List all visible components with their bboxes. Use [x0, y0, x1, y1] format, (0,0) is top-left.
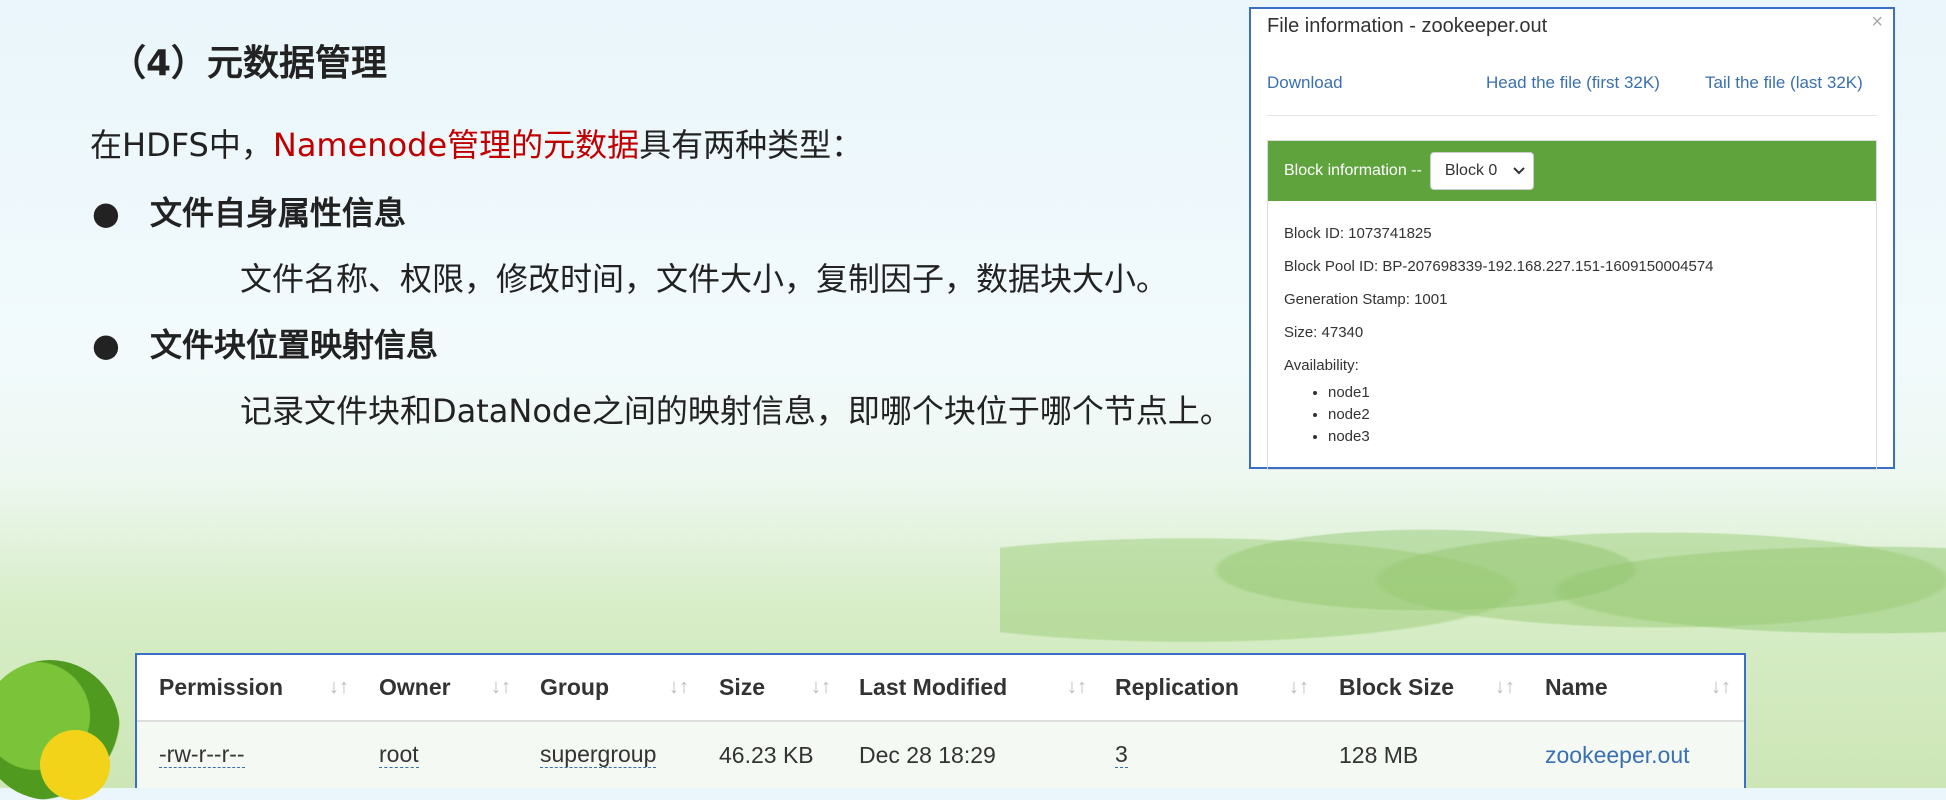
bullet-detail: 记录文件块和DataNode之间的映射信息，即哪个块位于哪个节点上。: [240, 392, 1232, 430]
sort-icon[interactable]: ↓↑: [1289, 655, 1309, 720]
download-link[interactable]: Download: [1267, 73, 1343, 93]
cell-size: 46.23 KB: [719, 741, 814, 768]
replication-value[interactable]: 3: [1115, 741, 1128, 769]
intro-line: 在HDFS中，Namenode管理的元数据具有两种类型：: [90, 120, 863, 166]
close-icon[interactable]: ×: [1871, 11, 1883, 34]
column-header-group[interactable]: Group: [540, 655, 609, 720]
sort-icon[interactable]: ↓↑: [491, 655, 511, 720]
dialog-title: File information - zookeeper.out: [1267, 15, 1548, 37]
file-table: Permission ↓↑ Owner ↓↑ Group ↓↑ Size ↓↑ …: [135, 653, 1746, 788]
block-id: Block ID: 1073741825: [1284, 225, 1432, 242]
sort-icon[interactable]: ↓↑: [811, 655, 831, 720]
chevron-down-icon: [1513, 162, 1525, 180]
cell-owner[interactable]: root: [379, 722, 419, 788]
tail-file-link[interactable]: Tail the file (last 32K): [1705, 73, 1863, 93]
bullet-icon: ●: [92, 194, 120, 232]
sort-icon[interactable]: ↓↑: [1495, 655, 1515, 720]
file-name-link[interactable]: zookeeper.out: [1545, 722, 1690, 788]
head-file-link[interactable]: Head the file (first 32K): [1486, 73, 1660, 93]
block-select-value: Block 0: [1444, 162, 1498, 179]
background-trees: [1000, 470, 1946, 670]
cell-group[interactable]: supergroup: [540, 722, 657, 788]
list-item: node1: [1328, 382, 1860, 404]
owner-value[interactable]: root: [379, 741, 419, 769]
intro-suffix: 具有两种类型：: [639, 126, 864, 164]
intro-prefix: 在HDFS中，: [90, 126, 273, 164]
slide-heading: （4）元数据管理: [110, 43, 388, 84]
permission-value[interactable]: -rw-r--r--: [159, 741, 245, 769]
cell-block-size: 128 MB: [1339, 741, 1419, 768]
bullet-detail: 文件名称、权限，修改时间，文件大小，复制因子，数据块大小。: [240, 260, 1169, 298]
bullet-item: ● 文件块位置映射信息: [92, 320, 438, 366]
column-header-size[interactable]: Size: [719, 655, 765, 720]
flower-decoration: [40, 730, 110, 800]
column-header-name[interactable]: Name: [1545, 655, 1608, 720]
column-header-permission[interactable]: Permission: [159, 655, 283, 720]
divider: [1267, 115, 1877, 116]
bullet-title: 文件自身属性信息: [150, 194, 407, 232]
generation-stamp: Generation Stamp: 1001: [1284, 291, 1448, 308]
sort-icon[interactable]: ↓↑: [1711, 655, 1731, 720]
column-header-replication[interactable]: Replication: [1115, 655, 1239, 720]
cell-permission[interactable]: -rw-r--r--: [159, 722, 245, 788]
sort-icon[interactable]: ↓↑: [1067, 655, 1087, 720]
block-select[interactable]: Block 0: [1429, 152, 1534, 190]
sort-icon[interactable]: ↓↑: [329, 655, 349, 720]
file-info-dialog: File information - zookeeper.out × Downl…: [1249, 7, 1895, 470]
column-header-block-size[interactable]: Block Size: [1339, 655, 1454, 720]
bullet-icon: ●: [92, 326, 120, 364]
block-pool-id: Block Pool ID: BP-207698339-192.168.227.…: [1284, 258, 1714, 275]
block-info-panel: Block information -- Block 0 Block ID: 1…: [1267, 140, 1877, 470]
bullet-title: 文件块位置映射信息: [150, 326, 439, 364]
sort-icon[interactable]: ↓↑: [669, 655, 689, 720]
block-info-body: Block ID: 1073741825 Block Pool ID: BP-2…: [1268, 201, 1876, 448]
cell-last-modified: Dec 28 18:29: [859, 741, 996, 768]
block-info-label: Block information --: [1284, 162, 1422, 179]
list-item: node2: [1328, 404, 1860, 426]
table-header-row: Permission ↓↑ Owner ↓↑ Group ↓↑ Size ↓↑ …: [137, 655, 1744, 722]
intro-highlight: Namenode管理的元数据: [272, 126, 640, 164]
column-header-last-modified[interactable]: Last Modified: [859, 655, 1007, 720]
column-header-owner[interactable]: Owner: [379, 655, 451, 720]
bullet-item: ● 文件自身属性信息: [92, 188, 406, 234]
availability-label: Availability:: [1284, 357, 1359, 374]
block-info-header: Block information -- Block 0: [1268, 141, 1876, 201]
cell-replication[interactable]: 3: [1115, 722, 1128, 788]
group-value[interactable]: supergroup: [540, 741, 657, 769]
table-row: -rw-r--r-- root supergroup 46.23 KB Dec …: [137, 722, 1744, 788]
node-list: node1 node2 node3: [1284, 382, 1860, 448]
list-item: node3: [1328, 426, 1860, 448]
block-size: Size: 47340: [1284, 324, 1364, 341]
